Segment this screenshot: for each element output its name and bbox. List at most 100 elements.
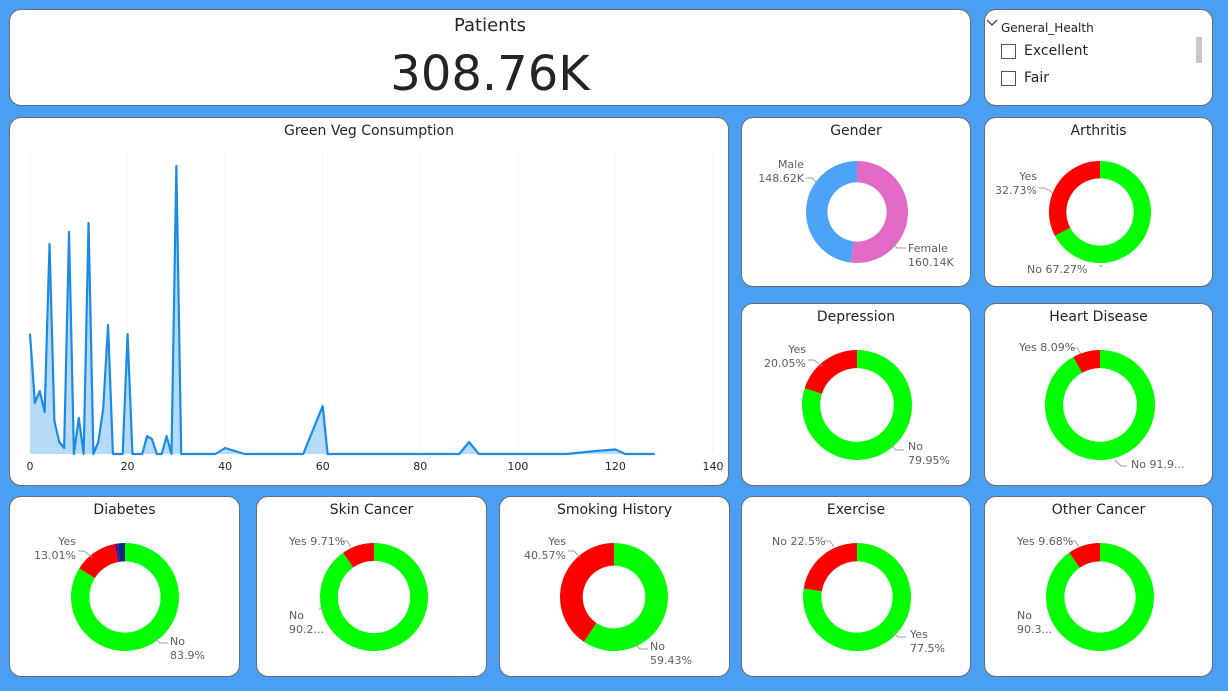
x-tick-label: 60 xyxy=(316,460,330,473)
data-label: Yes xyxy=(57,535,76,548)
data-point xyxy=(44,411,46,413)
data-label: 32.73% xyxy=(995,184,1037,197)
x-tick-label: 40 xyxy=(218,460,232,473)
slicer-option-fair[interactable]: Fair xyxy=(1001,70,1049,86)
chevron-down-icon[interactable] xyxy=(985,16,999,30)
data-point xyxy=(161,453,163,455)
skin-cancer-card: Skin Cancer Yes 9.71% No 90.2... xyxy=(256,496,487,677)
data-point xyxy=(146,435,148,437)
patients-kpi-card: Patients 308.76K xyxy=(9,9,971,106)
x-tick-label: 20 xyxy=(121,460,135,473)
x-tick-label: 120 xyxy=(605,460,626,473)
data-point xyxy=(156,453,158,455)
data-label: No xyxy=(170,635,185,648)
data-label: Yes xyxy=(1018,170,1037,183)
data-label: No 67.27% xyxy=(1027,263,1087,276)
other-donut-chart: Yes 9.68% No90.3... xyxy=(1016,535,1154,651)
data-point xyxy=(224,447,226,449)
data-point xyxy=(326,453,329,455)
arthritis-card: Arthritis Yes 32.73% No 67.27% xyxy=(984,117,1213,287)
data-label: No xyxy=(650,640,665,653)
gender-card: Gender Male 148.62K Female 160.14K xyxy=(741,117,971,287)
data-label: 77.5% xyxy=(910,642,945,655)
kpi-label: Patients xyxy=(453,15,527,36)
data-point xyxy=(214,453,216,455)
data-point xyxy=(478,453,480,455)
green-veg-area-chart: 0 20 40 60 80 100 120 140 xyxy=(27,154,724,473)
data-point xyxy=(34,402,36,404)
data-point xyxy=(68,231,70,233)
data-point xyxy=(302,453,304,455)
other-cancer-card: Other Cancer Yes 9.68% No 90.3... xyxy=(984,496,1213,677)
arthritis-donut-chart: Yes32.73% No 67.27% xyxy=(995,161,1151,276)
data-label: 20.05% xyxy=(764,357,806,370)
data-label: 160.14K xyxy=(908,256,954,269)
green-veg-chart-card: Green Veg Consumption 0 20 40 60 80 100 120 140 xyxy=(9,117,729,486)
data-point xyxy=(73,453,75,455)
diabetes-card: Diabetes Yes 13.01% No 83.9% xyxy=(9,496,240,677)
data-point xyxy=(48,243,51,245)
data-point xyxy=(141,453,143,455)
data-point xyxy=(126,333,129,335)
data-point xyxy=(468,441,470,443)
data-point xyxy=(131,453,134,455)
data-label: Male xyxy=(778,158,804,171)
exercise-card: Exercise No 22.5% Yes 77.5% xyxy=(741,496,971,677)
data-point xyxy=(244,453,246,455)
gender-donut-chart: Male148.62K Female160.14K xyxy=(758,158,954,269)
donut-slice[interactable] xyxy=(1046,543,1154,651)
data-point xyxy=(83,453,85,455)
data-point xyxy=(234,450,236,452)
x-tick-label: 100 xyxy=(507,460,528,473)
depression-donut-chart: Yes20.05% No79.95% xyxy=(764,343,950,467)
data-point xyxy=(170,453,173,455)
data-point xyxy=(78,417,80,419)
x-tick-label: 140 xyxy=(703,460,724,473)
data-label: 148.62K xyxy=(758,172,804,185)
data-point xyxy=(180,453,182,455)
data-point xyxy=(122,453,124,455)
slicer-option-excellent[interactable]: Excellent xyxy=(1001,43,1088,59)
smoking-history-card: Smoking History Yes 40.57% No 59.43% xyxy=(499,496,730,677)
leader-line xyxy=(824,540,835,548)
x-tick-label: 80 xyxy=(413,460,427,473)
data-point xyxy=(566,453,568,455)
data-label: No xyxy=(908,440,923,453)
donut-slice[interactable] xyxy=(1049,161,1100,236)
data-label: Yes xyxy=(909,628,928,641)
data-point xyxy=(102,408,104,410)
series-line xyxy=(28,164,655,456)
data-point xyxy=(87,222,90,224)
data-point xyxy=(39,390,41,392)
donut-slice[interactable] xyxy=(1045,350,1155,460)
donut-slice[interactable] xyxy=(560,543,614,642)
data-label: 40.57% xyxy=(524,549,566,562)
general-health-slicer: General_Health Excellent Fair xyxy=(984,9,1213,106)
data-point xyxy=(614,448,617,451)
heart-disease-card: Heart Disease Yes 8.09% No 91.9... xyxy=(984,303,1213,486)
checkbox-icon[interactable] xyxy=(1001,43,1016,59)
smoking-donut-chart: Yes40.57% No59.43% xyxy=(524,535,692,667)
donut-slice[interactable] xyxy=(803,543,857,592)
donut-slice[interactable] xyxy=(806,161,857,263)
data-label: 83.9% xyxy=(170,649,205,662)
data-label: No 91.9... xyxy=(1131,458,1184,471)
data-point xyxy=(112,453,114,455)
donut-slice[interactable] xyxy=(804,350,857,394)
data-point xyxy=(175,165,177,167)
data-label: No 22.5% xyxy=(772,535,825,548)
leader-line xyxy=(1039,187,1054,194)
data-label: Yes xyxy=(547,535,566,548)
donut-slice[interactable] xyxy=(320,543,428,651)
depression-card: Depression Yes 20.05% No 79.95% xyxy=(741,303,971,486)
diabetes-donut-chart: Yes13.01% No83.9% xyxy=(34,535,205,662)
exercise-donut-chart: No 22.5% Yes77.5% xyxy=(772,535,945,655)
checkbox-icon[interactable] xyxy=(1001,70,1016,86)
data-point xyxy=(595,450,597,452)
data-label: Yes 8.09% xyxy=(1018,341,1075,354)
kpi-value: 308.76K xyxy=(390,46,590,102)
data-point xyxy=(58,441,60,443)
data-label: No xyxy=(289,609,304,622)
slicer-scrollbar[interactable] xyxy=(1196,37,1202,63)
data-point xyxy=(517,453,519,455)
